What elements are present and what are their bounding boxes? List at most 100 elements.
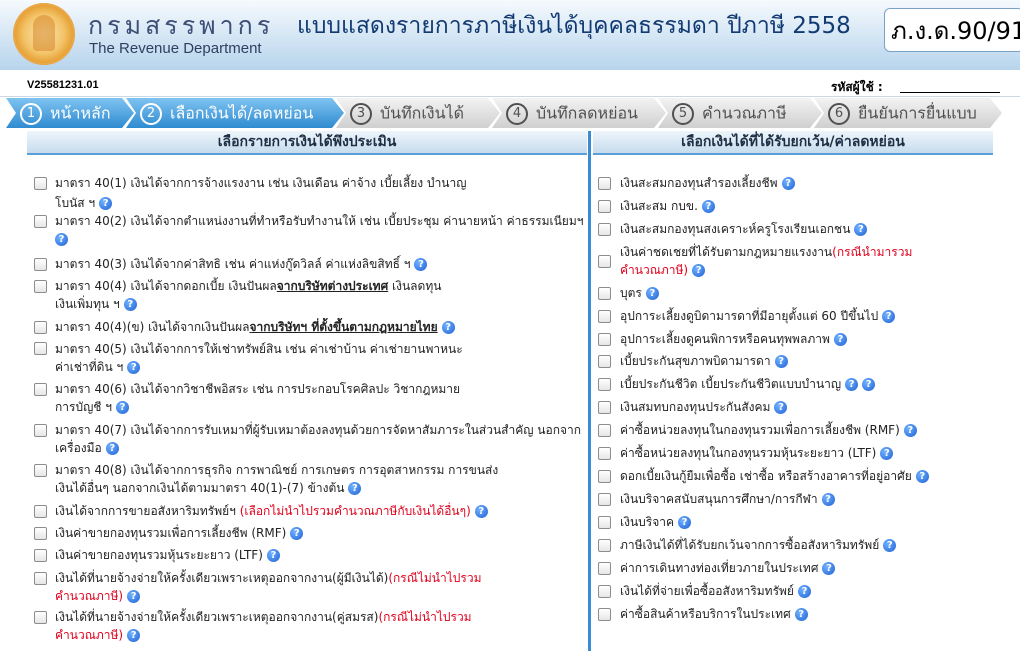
exemption-checkbox[interactable] — [598, 447, 611, 460]
exemption-item-label: ภาษีเงินได้ที่ได้รับยกเว้นจากการซื้ออสัง… — [620, 535, 897, 555]
step-number: 5 — [672, 103, 694, 125]
exemption-checkbox[interactable] — [598, 177, 611, 190]
income-item-label: มาตรา 40(4)(ข) เงินได้จากเงินปันผลจากบริ… — [55, 317, 455, 337]
help-icon[interactable]: ? — [833, 333, 847, 346]
header-banner: กรมสรรพากร The Revenue Department แบบแสด… — [0, 0, 1020, 70]
exemption-checkbox[interactable] — [598, 255, 611, 268]
income-checkbox[interactable] — [34, 258, 47, 271]
help-icon[interactable]: ? — [862, 378, 876, 391]
user-id-label: รหัสผู้ใช้ : — [831, 80, 883, 94]
step-calculate-tax[interactable]: 5 คำนวณภาษี — [658, 98, 822, 128]
exemption-checkbox[interactable] — [598, 470, 611, 483]
income-item-label-line2: คำนวณภาษี)? — [55, 625, 141, 645]
step-record-income[interactable]: 3 บันทึกเงินได้ — [336, 98, 500, 128]
exemption-checkbox[interactable] — [598, 608, 611, 621]
income-item-label: มาตรา 40(5) เงินได้จากการให้เช่าทรัพย์สิ… — [55, 342, 463, 356]
help-icon[interactable]: ? — [645, 287, 659, 300]
step-main[interactable]: 1 หน้าหลัก — [6, 98, 134, 128]
help-icon[interactable]: ? — [105, 442, 119, 455]
help-icon[interactable]: ? — [880, 447, 894, 460]
step-confirm-filing[interactable]: 6 ยืนยันการยื่นแบบ — [814, 98, 1002, 128]
income-checkbox[interactable] — [34, 505, 47, 518]
help-icon[interactable]: ? — [774, 355, 788, 368]
help-icon[interactable]: ? — [821, 493, 835, 506]
income-item-label: มาตรา 40(3) เงินได้จากค่าสิทธิ เช่น ค่าแ… — [55, 254, 428, 274]
exemption-checkbox[interactable] — [598, 333, 611, 346]
exemption-column-title: เลือกเงินได้ที่ได้รับยกเว้น/ค่าลดหย่อน — [593, 131, 993, 155]
user-id-field — [900, 92, 1000, 93]
income-item-label: มาตรา 40(1) เงินได้จากการจ้างแรงงาน เช่น… — [55, 176, 467, 190]
exemption-item-label: เงินได้ที่จ่ายเพื่อซื้ออสังหาริมทรัพย์? — [620, 581, 811, 601]
income-checkbox[interactable] — [34, 177, 47, 190]
income-checkbox[interactable] — [34, 572, 47, 585]
income-checkbox[interactable] — [34, 424, 47, 437]
exemption-checkbox[interactable] — [598, 378, 611, 391]
income-checkbox[interactable] — [34, 611, 47, 624]
exemption-checkbox[interactable] — [598, 424, 611, 437]
income-item-label: เงินได้ที่นายจ้างจ่ายให้ครั้งเดียวเพราะเ… — [55, 571, 482, 585]
income-checkbox[interactable] — [34, 527, 47, 540]
help-icon[interactable]: ? — [441, 321, 455, 334]
help-icon[interactable]: ? — [774, 401, 788, 414]
help-icon[interactable]: ? — [845, 378, 859, 391]
exemption-checkbox[interactable] — [598, 310, 611, 323]
step-label: คำนวณภาษี — [702, 103, 787, 123]
step-label: หน้าหลัก — [50, 103, 111, 123]
help-icon[interactable]: ? — [414, 258, 428, 271]
exemption-checkbox[interactable] — [598, 287, 611, 300]
help-icon[interactable]: ? — [794, 608, 808, 621]
help-icon[interactable]: ? — [99, 197, 113, 210]
help-icon[interactable]: ? — [883, 539, 897, 552]
help-icon[interactable]: ? — [678, 516, 692, 529]
step-label: บันทึกเงินได้ — [380, 103, 464, 123]
help-icon[interactable]: ? — [781, 177, 795, 190]
exemption-item-label: ค่าซื้อสินค้าหรือบริการในประเทศ? — [620, 604, 808, 624]
exemption-checkbox[interactable] — [598, 516, 611, 529]
step-select-income[interactable]: 2 เลือกเงินได้/ลดหย่อน — [126, 98, 344, 128]
exemption-checkbox[interactable] — [598, 493, 611, 506]
help-icon[interactable]: ? — [55, 233, 68, 246]
help-icon[interactable]: ? — [822, 562, 836, 575]
income-item-label-line2: ค่าเช่าที่ดิน ฯ? — [55, 357, 141, 377]
exemption-item-label: เงินบริจาค? — [620, 512, 692, 532]
help-icon[interactable]: ? — [127, 629, 141, 642]
income-checkbox[interactable] — [34, 342, 47, 355]
exemption-checkbox[interactable] — [598, 539, 611, 552]
step-record-deduction[interactable]: 4 บันทึกลดหย่อน — [492, 98, 666, 128]
version-label: V25581231.01 — [27, 79, 99, 91]
income-checkbox[interactable] — [34, 549, 47, 562]
help-icon[interactable]: ? — [266, 549, 280, 562]
exemption-checkbox[interactable] — [598, 585, 611, 598]
income-item-label-line2: โบนัส ฯ? — [55, 193, 113, 213]
help-icon[interactable]: ? — [701, 200, 715, 213]
help-icon[interactable]: ? — [797, 585, 811, 598]
help-icon[interactable]: ? — [854, 223, 868, 236]
help-icon[interactable]: ? — [127, 361, 141, 374]
help-icon[interactable]: ? — [290, 527, 304, 540]
income-checkbox[interactable] — [34, 383, 47, 396]
exemption-checkbox[interactable] — [598, 401, 611, 414]
exemption-checkbox[interactable] — [598, 355, 611, 368]
help-icon[interactable]: ? — [348, 482, 362, 495]
exemption-checkbox[interactable] — [598, 200, 611, 213]
income-checkbox[interactable] — [34, 321, 47, 334]
exemption-checkbox[interactable] — [598, 223, 611, 236]
income-checkbox[interactable] — [34, 215, 47, 228]
help-icon[interactable]: ? — [474, 505, 488, 518]
income-checkbox[interactable] — [34, 464, 47, 477]
help-icon[interactable]: ? — [903, 424, 917, 437]
help-icon[interactable]: ? — [692, 264, 706, 277]
exemption-item-label: ค่าซื้อหน่วยลงทุนในกองทุนรวมหุ้นระยะยาว … — [620, 443, 894, 463]
exemption-item-label: เงินค่าชดเชยที่ได้รับตามกฎหมายแรงงาน(กรณ… — [620, 245, 913, 259]
income-column-title: เลือกรายการเงินได้พึงประเมิน — [27, 131, 587, 155]
help-icon[interactable]: ? — [127, 590, 141, 603]
help-icon[interactable]: ? — [116, 401, 129, 414]
revenue-department-logo-icon — [13, 3, 75, 65]
help-icon[interactable]: ? — [915, 470, 929, 483]
help-icon[interactable]: ? — [123, 298, 137, 311]
exemption-checkbox[interactable] — [598, 562, 611, 575]
help-icon[interactable]: ? — [882, 310, 896, 323]
exemption-item-label: เบี้ยประกันสุขภาพบิดามารดา? — [620, 351, 788, 371]
income-checkbox[interactable] — [34, 280, 47, 293]
exemption-item-label: เงินสะสมกองทุนสำรองเลี้ยงชีพ? — [620, 173, 795, 193]
